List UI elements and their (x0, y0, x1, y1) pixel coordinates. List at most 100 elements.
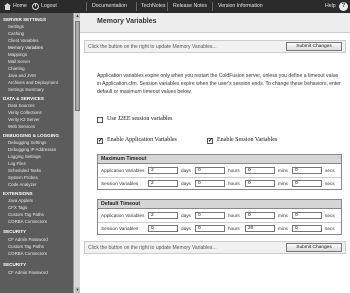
sidebar-item-data-sources[interactable]: Data Sources (8, 103, 72, 108)
sidebar-item-cf-admin-password[interactable]: CF Admin Password (8, 237, 72, 242)
sidebar-item-corba-connectors[interactable]: CORBA Connectors (8, 219, 72, 224)
divider (86, 2, 87, 11)
max-app-days-input[interactable]: 2 (148, 167, 178, 174)
divider (167, 2, 168, 11)
row-label: Application Variables (101, 168, 145, 173)
sidebar-item-settings-summary[interactable]: Settings Summary (8, 87, 72, 92)
sidebar-item-corba-connectors[interactable]: CORBA Connectors (8, 251, 72, 256)
sidebar-item-cfx-tags[interactable]: CFX Tags (8, 205, 72, 210)
sidebar-item-caching[interactable]: Caching (8, 31, 72, 36)
use-j2ee-checkbox[interactable] (97, 117, 103, 123)
default-session-mins-input[interactable]: 20 (245, 225, 275, 232)
sidebar-item-archives-and-deployment[interactable]: Archives and Deployment (8, 80, 72, 85)
technotes-link[interactable]: TechNotes (141, 0, 166, 13)
row-label: Session Variables (101, 181, 139, 186)
default-app-mins-input[interactable]: 0 (245, 212, 275, 219)
submit-hint: Click the button on the right to update … (88, 44, 217, 50)
unit-label: days (181, 226, 191, 231)
documentation-link[interactable]: Documentation (92, 0, 127, 13)
default-app-hours-input[interactable]: 0 (195, 212, 225, 219)
submit-changes-button[interactable]: Submit Changes (286, 42, 342, 51)
sidebar-section-security: SECURITY (3, 229, 27, 234)
unit-label: secs (325, 181, 335, 186)
sidebar-item-settings[interactable]: Settings (8, 24, 72, 29)
help-link[interactable]: Help (325, 0, 336, 13)
unit-label: secs (325, 213, 335, 218)
row-label: Session Variables (101, 226, 139, 231)
sidebar-item-logging-settings[interactable]: Logging Settings (8, 154, 72, 159)
unit-label: mins (278, 226, 288, 231)
sidebar-item-java-and-jvm[interactable]: Java and JVM (8, 73, 72, 78)
sidebar-section-extensions: EXTENSIONS (3, 191, 33, 196)
unit-label: mins (278, 213, 288, 218)
sidebar-item-verity-collections[interactable]: Verity Collections (8, 110, 72, 115)
sidebar-item-scheduled-tasks[interactable]: Scheduled Tasks (8, 168, 72, 173)
logout-link[interactable]: Logout (41, 0, 57, 13)
maximum-timeout-table: Maximum Timeout Application Variables 2 … (97, 154, 342, 190)
title-bar: Memory Variables (80, 13, 350, 33)
sidebar-item-memory-variables[interactable]: Memory Variables (8, 45, 72, 50)
help-icon[interactable]: ? (339, 2, 348, 11)
sidebar: SERVER SETTINGS Settings Caching Client … (0, 13, 80, 293)
sidebar-item-log-files[interactable]: Log Files (8, 161, 72, 166)
submit-bar-bottom: Click the button on the right to update … (84, 241, 346, 254)
submit-changes-button[interactable]: Submit Changes (286, 243, 342, 252)
divider (212, 2, 213, 11)
default-app-secs-input[interactable]: 0 (292, 212, 322, 219)
sidebar-item-code-analyzer[interactable]: Code Analyzer (8, 182, 72, 187)
logout-icon[interactable] (32, 3, 39, 10)
main-content: Memory Variables Click the button on the… (80, 13, 350, 293)
unit-label: secs (325, 226, 335, 231)
page-title: Memory Variables (97, 18, 157, 25)
unit-label: days (181, 168, 191, 173)
default-session-days-input[interactable]: 0 (148, 225, 178, 232)
max-session-mins-input[interactable]: 0 (245, 180, 275, 187)
sidebar-section-debugging-logging: DEBUGGING & LOGGING (3, 133, 59, 138)
max-app-secs-input[interactable]: 0 (292, 167, 322, 174)
max-session-secs-input[interactable]: 0 (292, 180, 322, 187)
sidebar-scrollbar[interactable]: ▲ ▼ (73, 13, 80, 293)
sidebar-item-debugging-settings[interactable]: Debugging Settings (8, 140, 72, 145)
unit-label: mins (278, 168, 288, 173)
sidebar-item-charting[interactable]: Charting (8, 66, 72, 71)
top-navigation-bar: Home Logout Documentation TechNotes Rele… (0, 0, 350, 13)
sidebar-item-java-applets[interactable]: Java Applets (8, 198, 72, 203)
row-divider (98, 222, 341, 223)
enable-application-variables-checkbox[interactable]: ✓ (97, 138, 103, 144)
unit-label: hours (228, 181, 240, 186)
home-link[interactable]: Home (13, 0, 27, 13)
default-session-hours-input[interactable]: 0 (195, 225, 225, 232)
max-app-mins-input[interactable]: 0 (245, 167, 275, 174)
sidebar-item-cf-admin-password[interactable]: CF Admin Password (8, 270, 72, 275)
sidebar-item-web-services[interactable]: Web Services (8, 124, 72, 129)
unit-label: hours (228, 226, 240, 231)
row-divider (98, 177, 341, 178)
sidebar-section-security: SECURITY (3, 262, 27, 267)
sidebar-item-mail-server[interactable]: Mail Server (8, 59, 72, 64)
sidebar-item-debugging-ip-addresses[interactable]: Debugging IP Addresses (8, 147, 72, 152)
unit-label: mins (278, 181, 288, 186)
sidebar-item-mappings[interactable]: Mappings (8, 52, 72, 57)
description-text: Application variables expire only when y… (97, 73, 341, 95)
enable-session-variables-checkbox[interactable]: ✓ (207, 138, 213, 144)
sidebar-item-system-probes[interactable]: System Probes (8, 175, 72, 180)
max-session-days-input[interactable]: 2 (148, 180, 178, 187)
sidebar-item-client-variables[interactable]: Client Variables (8, 38, 72, 43)
default-timeout-table: Default Timeout Application Variables 2 … (97, 199, 342, 235)
row-label: Application Variables (101, 213, 145, 218)
sidebar-item-custom-tag-paths[interactable]: Custom Tag Paths (8, 244, 72, 249)
max-app-hours-input[interactable]: 0 (195, 167, 225, 174)
unit-label: hours (228, 168, 240, 173)
sidebar-item-verity-k2-server[interactable]: Verity K2 Server (8, 117, 72, 122)
max-session-hours-input[interactable]: 0 (195, 180, 225, 187)
release-notes-link[interactable]: Release Notes (173, 0, 207, 13)
divider (136, 2, 137, 11)
default-app-days-input[interactable]: 2 (148, 212, 178, 219)
unit-label: days (181, 181, 191, 186)
home-icon[interactable] (4, 3, 11, 10)
default-session-secs-input[interactable]: 0 (292, 225, 322, 232)
unit-label: days (181, 213, 191, 218)
sidebar-item-custom-tag-paths[interactable]: Custom Tag Paths (8, 212, 72, 217)
version-information-link[interactable]: Version Information (218, 0, 263, 13)
enable-session-variables-label: Enable Session Variables (217, 137, 278, 143)
